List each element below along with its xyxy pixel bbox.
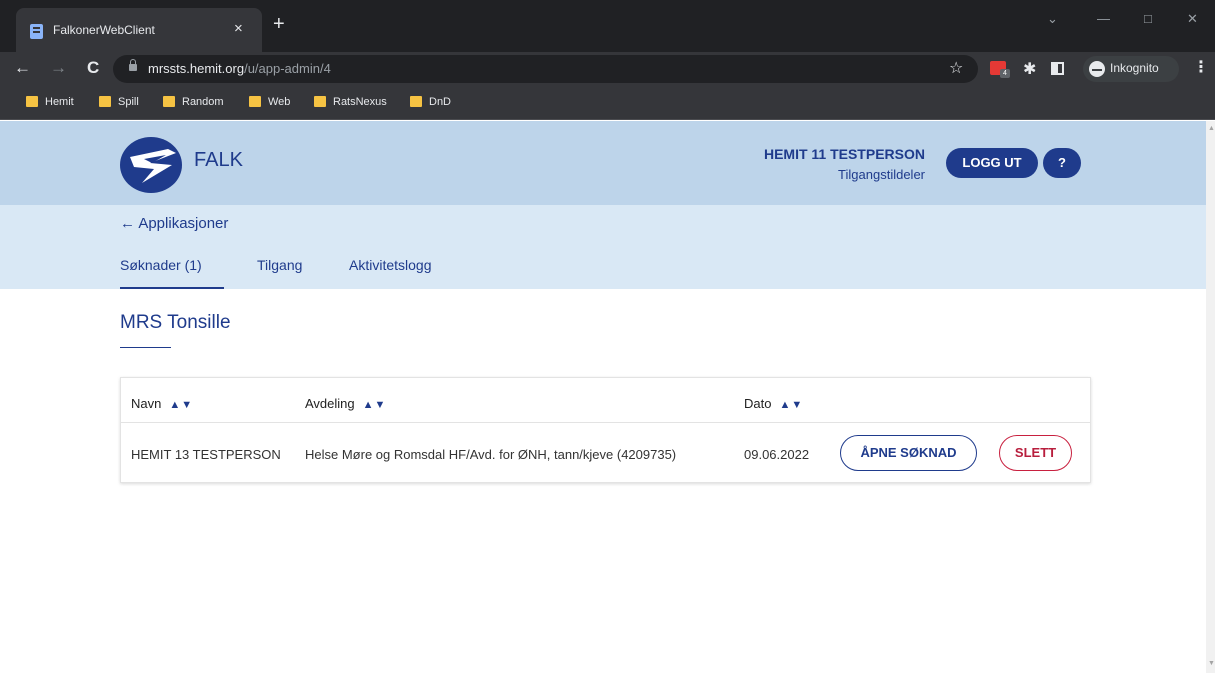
folder-icon: [163, 96, 175, 107]
extensions-puzzle-icon[interactable]: ✱: [1023, 59, 1036, 79]
title-underline: [120, 347, 171, 348]
incognito-icon: [1089, 61, 1105, 77]
delete-button[interactable]: SLETT: [999, 435, 1072, 471]
incognito-label: Inkognito: [1110, 61, 1159, 75]
sort-arrows-icon[interactable]: ▲▼: [363, 399, 387, 411]
sub-navigation: ← Applikasjoner Søknader (1) Tilgang Akt…: [0, 205, 1206, 289]
tab-title: FalkonerWebClient: [53, 23, 155, 37]
lock-icon: [129, 59, 137, 71]
tab-aktivitetslogg[interactable]: Aktivitetslogg: [349, 257, 431, 273]
applications-table: Navn ▲▼ Avdeling ▲▼ Dato ▲▼ HEMIT 13 TESTPE…: [120, 377, 1091, 483]
bookmark-hemit[interactable]: Hemit: [26, 96, 74, 112]
folder-icon: [26, 96, 38, 107]
brand-name[interactable]: FALK: [194, 149, 243, 172]
column-header-navn[interactable]: Navn ▲▼: [131, 396, 193, 411]
document-icon: [30, 24, 43, 39]
cell-navn: HEMIT 13 TESTPERSON: [131, 447, 281, 462]
bookmark-spill[interactable]: Spill: [99, 96, 139, 112]
browser-toolbar: ← → C mrssts.hemit.org/u/app-admin/4 ☆ 4…: [0, 52, 1215, 86]
folder-icon: [249, 96, 261, 107]
close-tab-icon[interactable]: ×: [234, 20, 243, 38]
back-arrow-icon[interactable]: ←: [14, 58, 31, 78]
browser-menu-icon[interactable]: ⋮: [1193, 57, 1209, 77]
reload-icon[interactable]: C: [87, 58, 99, 78]
open-application-button[interactable]: ÅPNE SØKNAD: [840, 435, 977, 471]
sort-arrows-icon[interactable]: ▲▼: [779, 399, 803, 411]
scroll-down-icon[interactable]: ▼: [1208, 660, 1215, 667]
forward-arrow-icon[interactable]: →: [50, 58, 67, 78]
scroll-up-icon[interactable]: ▲: [1208, 125, 1215, 132]
column-header-avdeling[interactable]: Avdeling ▲▼: [305, 396, 386, 411]
column-header-dato[interactable]: Dato ▲▼: [744, 396, 803, 411]
bookmark-star-icon[interactable]: ☆: [949, 58, 963, 78]
falk-logo[interactable]: [120, 137, 182, 193]
vertical-scrollbar[interactable]: [1206, 121, 1215, 673]
bookmark-dnd[interactable]: DnD: [410, 96, 451, 112]
browser-tab[interactable]: FalkonerWebClient ×: [16, 8, 262, 52]
sort-arrows-icon[interactable]: ▲▼: [169, 399, 193, 411]
user-name: HEMIT 11 TESTPERSON: [763, 146, 925, 162]
app-header: FALK HEMIT 11 TESTPERSON Tilgangstildele…: [0, 121, 1206, 205]
help-button[interactable]: ?: [1043, 148, 1081, 178]
header-divider: [121, 422, 1090, 423]
cell-dato: 09.06.2022: [744, 447, 810, 462]
close-window-icon[interactable]: ✕: [1187, 11, 1198, 27]
address-bar[interactable]: mrssts.hemit.org/u/app-admin/4 ☆: [113, 55, 978, 83]
folder-icon: [99, 96, 111, 107]
folder-icon: [314, 96, 326, 107]
new-tab-button[interactable]: +: [273, 14, 285, 34]
active-tab-indicator: [120, 287, 224, 289]
user-role: Tilgangstildeler: [838, 167, 925, 182]
maximize-icon[interactable]: □: [1144, 11, 1152, 26]
incognito-indicator[interactable]: Inkognito: [1083, 56, 1179, 82]
tab-soknader[interactable]: Søknader (1): [120, 257, 202, 273]
back-to-applications-link[interactable]: ← Applikasjoner: [120, 215, 228, 232]
url-text[interactable]: mrssts.hemit.org/u/app-admin/4: [148, 61, 331, 76]
extension-badge: 4: [1000, 69, 1010, 78]
cell-avdeling: Helse Møre og Romsdal HF/Avd. for ØNH, t…: [305, 447, 677, 462]
page-title: MRS Tonsille: [120, 312, 231, 333]
bookmarks-bar: Hemit Spill Random Web RatsNexus DnD: [0, 86, 1215, 120]
folder-icon: [410, 96, 422, 107]
logout-button[interactable]: LOGG UT: [946, 148, 1038, 178]
bookmark-ratsnexus[interactable]: RatsNexus: [314, 96, 387, 112]
browser-tab-bar: FalkonerWebClient × + ⌄ — □ ✕: [0, 0, 1215, 52]
side-panel-icon[interactable]: [1051, 62, 1064, 75]
tab-tilgang[interactable]: Tilgang: [257, 257, 302, 273]
minimize-icon[interactable]: —: [1097, 11, 1110, 26]
bookmark-random[interactable]: Random: [163, 96, 224, 112]
chevron-down-icon[interactable]: ⌄: [1047, 11, 1058, 27]
bookmark-web[interactable]: Web: [249, 96, 290, 112]
falcon-logo-icon: [130, 149, 176, 183]
page-viewport: FALK HEMIT 11 TESTPERSON Tilgangstildele…: [0, 121, 1206, 673]
